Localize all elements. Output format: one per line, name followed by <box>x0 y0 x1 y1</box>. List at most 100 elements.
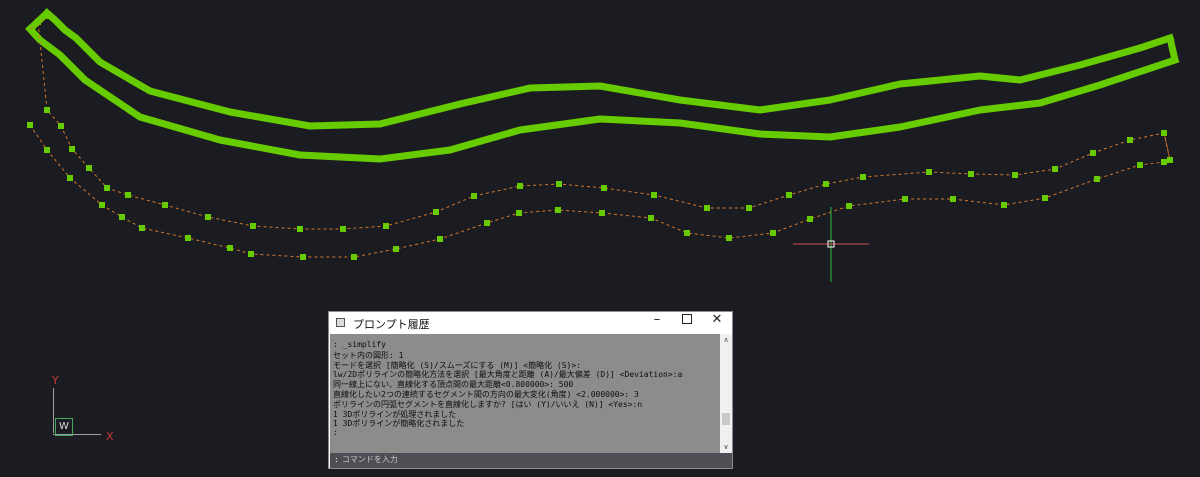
vertex-grip[interactable] <box>340 226 346 232</box>
vertex-grip[interactable] <box>27 122 33 128</box>
vertex-grip[interactable] <box>44 13 50 19</box>
vertex-grip[interactable] <box>1094 176 1100 182</box>
vertex-grip[interactable] <box>704 205 710 211</box>
vertex-grip[interactable] <box>1090 150 1096 156</box>
scrollbar-thumb[interactable] <box>722 413 730 425</box>
vertex-grip[interactable] <box>746 205 752 211</box>
vertex-grip[interactable] <box>185 235 191 241</box>
vertex-grip[interactable] <box>1161 130 1167 136</box>
vertex-grip[interactable] <box>651 192 657 198</box>
history-line: 直線化したい2つの連続するセグメント間の方向の最大変化(角度) <2.00000… <box>333 389 639 399</box>
vertex-grip[interactable] <box>601 185 607 191</box>
command-placeholder: コマンドを入力 <box>341 455 398 464</box>
vertex-grip[interactable] <box>471 193 477 199</box>
vertex-grip[interactable] <box>1161 159 1167 165</box>
vertex-grip[interactable] <box>517 183 523 189</box>
history-line: 同一線上にない、直線化する頂点間の最大距離<0.800000>: 500 <box>333 380 574 390</box>
close-button[interactable]: ✕ <box>702 312 732 334</box>
original-polylines[interactable] <box>25 8 1180 163</box>
vertex-grip[interactable] <box>44 147 50 153</box>
vertex-grip[interactable] <box>726 235 732 241</box>
dashed-polyline[interactable] <box>29 124 1165 258</box>
vertex-grip[interactable] <box>1127 137 1133 143</box>
vertex-grip[interactable] <box>351 254 357 260</box>
vertex-grip[interactable] <box>786 192 792 198</box>
vertex-grip[interactable] <box>69 146 75 152</box>
ucs-world-badge: W <box>55 418 73 436</box>
crosshair-cursor <box>793 207 869 282</box>
maximize-button[interactable] <box>672 312 702 334</box>
minimize-button[interactable]: – <box>642 312 672 334</box>
window-titlebar[interactable]: プロンプト履歴 – ✕ <box>329 312 732 334</box>
history-line: ポリラインの円弧セグメントを直線化しますか? [はい (Y)/いいえ (N)] … <box>333 399 643 409</box>
vertex-grip[interactable] <box>139 225 145 231</box>
history-scrollbar[interactable]: ∧ ∨ <box>720 334 732 453</box>
history-line: : <box>333 428 338 438</box>
history-line: lw/2Dポリラインの簡略化方法を選択 [最大角度と距離 (A)/最大偏差 (D… <box>333 370 683 380</box>
ucs-y-axis-label: Y <box>52 374 59 387</box>
thick-polyline[interactable] <box>25 24 1180 163</box>
history-line: セット内の図形: 1 <box>333 350 404 360</box>
vertex-grip[interactable] <box>248 251 254 257</box>
vertex-grip[interactable] <box>1167 157 1173 163</box>
prompt-history-window: プロンプト履歴 – ✕ : _simplify セット内の図形: 1 モードを選… <box>328 311 733 469</box>
scroll-up-arrow-icon[interactable]: ∧ <box>720 334 732 346</box>
thick-polyline-end[interactable] <box>1166 37 1179 61</box>
vertex-grip[interactable] <box>205 214 211 220</box>
vertex-grip[interactable] <box>44 107 50 113</box>
ucs-y-axis <box>53 388 54 433</box>
vertex-grip[interactable] <box>807 216 813 222</box>
vertex-grip[interactable] <box>516 210 522 216</box>
vertex-grip[interactable] <box>770 230 776 236</box>
vertex-grip[interactable] <box>484 220 490 226</box>
vertex-grip[interactable] <box>119 214 125 220</box>
vertex-grip[interactable] <box>1001 202 1007 208</box>
vertex-grip[interactable] <box>250 223 256 229</box>
history-line: モードを選択 [簡略化 (S)/スムーズにする (M)] <簡略化 (S)>: <box>333 360 582 370</box>
vertex-grip[interactable] <box>1052 166 1058 172</box>
vertex-grip[interactable] <box>648 215 654 221</box>
vertex-grip[interactable] <box>99 202 105 208</box>
vertex-grip[interactable] <box>1042 195 1048 201</box>
window-title: プロンプト履歴 <box>353 318 430 331</box>
vertex-grip[interactable] <box>35 19 41 25</box>
scroll-down-arrow-icon[interactable]: ∨ <box>720 441 732 453</box>
vertex-grip[interactable] <box>926 169 932 175</box>
vertex-grip[interactable] <box>383 223 389 229</box>
history-line: 1 3Dポリラインが簡略化されました <box>333 419 465 429</box>
window-app-icon <box>336 318 345 327</box>
history-line: : _simplify <box>333 340 386 349</box>
vertex-grip[interactable] <box>300 254 306 260</box>
maximize-icon <box>682 313 692 324</box>
vertex-grip[interactable] <box>227 245 233 251</box>
history-line: 1 3Dポリラインが処理されました <box>333 409 457 419</box>
vertex-grip[interactable] <box>950 196 956 202</box>
vertex-grip[interactable] <box>823 181 829 187</box>
command-input[interactable]: : コマンドを入力 <box>334 454 724 466</box>
vertex-grip[interactable] <box>162 202 168 208</box>
command-line[interactable]: : コマンドを入力 <box>330 453 732 468</box>
vertex-grip[interactable] <box>1012 172 1018 178</box>
vertex-grip[interactable] <box>555 207 561 213</box>
vertex-grip[interactable] <box>599 210 605 216</box>
vertex-grip[interactable] <box>433 209 439 215</box>
vertex-grip[interactable] <box>968 171 974 177</box>
command-prompt-symbol: : <box>334 455 339 464</box>
vertex-grip[interactable] <box>846 203 852 209</box>
vertex-grip[interactable] <box>1137 162 1143 168</box>
vertex-grip[interactable] <box>104 185 110 191</box>
vertex-grip[interactable] <box>86 165 92 171</box>
vertex-grip[interactable] <box>67 175 73 181</box>
command-history-text[interactable]: : _simplify セット内の図形: 1 モードを選択 [簡略化 (S)/ス… <box>330 334 720 453</box>
vertex-grip[interactable] <box>125 192 131 198</box>
ucs-icon: Y W X <box>48 374 118 444</box>
ucs-x-axis-label: X <box>106 430 114 443</box>
vertex-grip[interactable] <box>684 230 690 236</box>
vertex-grip[interactable] <box>393 246 399 252</box>
vertex-grip[interactable] <box>556 181 562 187</box>
vertex-grip[interactable] <box>437 236 443 242</box>
vertex-grip[interactable] <box>902 196 908 202</box>
vertex-grip[interactable] <box>297 226 303 232</box>
vertex-grip[interactable] <box>860 174 866 180</box>
vertex-grip[interactable] <box>58 123 64 129</box>
